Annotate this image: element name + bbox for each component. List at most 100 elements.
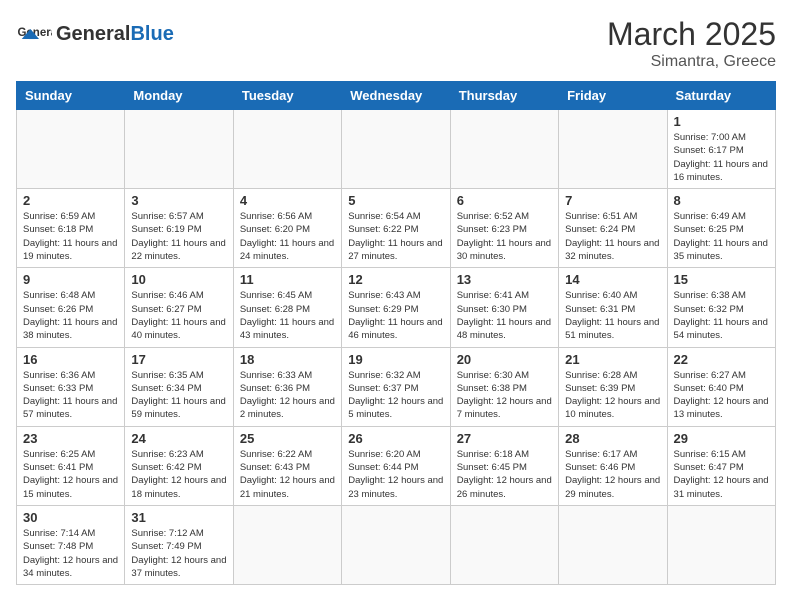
day-info: Sunrise: 6:54 AM Sunset: 6:22 PM Dayligh… xyxy=(348,210,443,263)
day-number: 27 xyxy=(457,431,552,446)
day-number: 14 xyxy=(565,272,660,287)
calendar-day-cell: 1Sunrise: 7:00 AM Sunset: 6:17 PM Daylig… xyxy=(667,110,775,189)
calendar-week-row: 1Sunrise: 7:00 AM Sunset: 6:17 PM Daylig… xyxy=(17,110,776,189)
calendar-day-cell: 11 Sunrise: 6:45 AM Sunset: 6:28 PM Dayli… xyxy=(233,268,341,347)
day-info: Sunrise: 6:41 AM Sunset: 6:30 PM Dayligh… xyxy=(457,289,552,342)
calendar-day-cell xyxy=(233,505,341,584)
weekday-header-sunday: Sunday xyxy=(17,82,125,110)
day-info: Sunrise: 6:51 AM Sunset: 6:24 PM Dayligh… xyxy=(565,210,660,263)
day-number: 31 xyxy=(131,510,226,525)
day-info: Sunrise: 6:35 AM Sunset: 6:34 PM Dayligh… xyxy=(131,369,226,422)
day-info: Sunrise: 6:30 AM Sunset: 6:38 PM Dayligh… xyxy=(457,369,552,422)
day-info: Sunrise: 6:28 AM Sunset: 6:39 PM Dayligh… xyxy=(565,369,660,422)
day-info: Sunrise: 6:56 AM Sunset: 6:20 PM Dayligh… xyxy=(240,210,335,263)
day-info: Sunrise: 6:43 AM Sunset: 6:29 PM Dayligh… xyxy=(348,289,443,342)
calendar-day-cell: 6Sunrise: 6:52 AM Sunset: 6:23 PM Daylig… xyxy=(450,189,558,268)
weekday-header-thursday: Thursday xyxy=(450,82,558,110)
day-number: 29 xyxy=(674,431,769,446)
calendar-day-cell xyxy=(450,110,558,189)
day-info: Sunrise: 6:49 AM Sunset: 6:25 PM Dayligh… xyxy=(674,210,769,263)
day-info: Sunrise: 6:18 AM Sunset: 6:45 PM Dayligh… xyxy=(457,448,552,501)
day-number: 12 xyxy=(348,272,443,287)
weekday-header-wednesday: Wednesday xyxy=(342,82,450,110)
day-number: 25 xyxy=(240,431,335,446)
day-number: 20 xyxy=(457,352,552,367)
day-info: Sunrise: 6:17 AM Sunset: 6:46 PM Dayligh… xyxy=(565,448,660,501)
calendar-day-cell: 28Sunrise: 6:17 AM Sunset: 6:46 PM Dayli… xyxy=(559,426,667,505)
day-info: Sunrise: 6:22 AM Sunset: 6:43 PM Dayligh… xyxy=(240,448,335,501)
day-number: 15 xyxy=(674,272,769,287)
calendar-day-cell: 19Sunrise: 6:32 AM Sunset: 6:37 PM Dayli… xyxy=(342,347,450,426)
title-area: March 2025 Simantra, Greece xyxy=(607,16,776,71)
day-info: Sunrise: 7:00 AM Sunset: 6:17 PM Dayligh… xyxy=(674,131,769,184)
day-number: 18 xyxy=(240,352,335,367)
day-info: Sunrise: 6:46 AM Sunset: 6:27 PM Dayligh… xyxy=(131,289,226,342)
day-number: 22 xyxy=(674,352,769,367)
day-info: Sunrise: 6:57 AM Sunset: 6:19 PM Dayligh… xyxy=(131,210,226,263)
day-number: 5 xyxy=(348,193,443,208)
calendar-day-cell: 3 Sunrise: 6:57 AM Sunset: 6:19 PM Daylig… xyxy=(125,189,233,268)
calendar-day-cell: 29Sunrise: 6:15 AM Sunset: 6:47 PM Dayli… xyxy=(667,426,775,505)
calendar-day-cell xyxy=(233,110,341,189)
calendar-day-cell: 14 Sunrise: 6:40 AM Sunset: 6:31 PM Dayli… xyxy=(559,268,667,347)
calendar-day-cell: 24Sunrise: 6:23 AM Sunset: 6:42 PM Dayli… xyxy=(125,426,233,505)
calendar-day-cell xyxy=(667,505,775,584)
day-info: Sunrise: 6:25 AM Sunset: 6:41 PM Dayligh… xyxy=(23,448,118,501)
calendar-day-cell: 8 Sunrise: 6:49 AM Sunset: 6:25 PM Daylig… xyxy=(667,189,775,268)
day-number: 23 xyxy=(23,431,118,446)
calendar-day-cell: 26 Sunrise: 6:20 AM Sunset: 6:44 PM Dayli… xyxy=(342,426,450,505)
calendar-day-cell: 2Sunrise: 6:59 AM Sunset: 6:18 PM Daylig… xyxy=(17,189,125,268)
weekday-header-monday: Monday xyxy=(125,82,233,110)
calendar-title: March 2025 xyxy=(607,16,776,53)
day-info: Sunrise: 6:20 AM Sunset: 6:44 PM Dayligh… xyxy=(348,448,443,501)
calendar-day-cell: 30 Sunrise: 7:14 AM Sunset: 7:48 PM Dayli… xyxy=(17,505,125,584)
logo-blue: Blue xyxy=(130,23,173,45)
calendar-week-row: 2Sunrise: 6:59 AM Sunset: 6:18 PM Daylig… xyxy=(17,189,776,268)
header: General GeneralBlue March 2025 Simantra,… xyxy=(16,16,776,71)
day-number: 4 xyxy=(240,193,335,208)
logo-general: General xyxy=(56,23,130,45)
day-info: Sunrise: 6:52 AM Sunset: 6:23 PM Dayligh… xyxy=(457,210,552,263)
calendar-day-cell xyxy=(559,110,667,189)
day-info: Sunrise: 6:40 AM Sunset: 6:31 PM Dayligh… xyxy=(565,289,660,342)
weekday-header-friday: Friday xyxy=(559,82,667,110)
calendar-day-cell: 15 Sunrise: 6:38 AM Sunset: 6:32 PM Dayli… xyxy=(667,268,775,347)
weekday-header-row: SundayMondayTuesdayWednesdayThursdayFrid… xyxy=(17,82,776,110)
calendar-day-cell xyxy=(17,110,125,189)
day-number: 3 xyxy=(131,193,226,208)
calendar-day-cell xyxy=(450,505,558,584)
calendar-day-cell: 16Sunrise: 6:36 AM Sunset: 6:33 PM Dayli… xyxy=(17,347,125,426)
day-number: 8 xyxy=(674,193,769,208)
day-number: 2 xyxy=(23,193,118,208)
day-number: 11 xyxy=(240,272,335,287)
logo: General GeneralBlue xyxy=(16,16,174,52)
calendar-day-cell: 22Sunrise: 6:27 AM Sunset: 6:40 PM Dayli… xyxy=(667,347,775,426)
day-info: Sunrise: 7:14 AM Sunset: 7:48 PM Dayligh… xyxy=(23,527,118,580)
calendar-day-cell: 18 Sunrise: 6:33 AM Sunset: 6:36 PM Dayli… xyxy=(233,347,341,426)
calendar-week-row: 30 Sunrise: 7:14 AM Sunset: 7:48 PM Dayli… xyxy=(17,505,776,584)
weekday-header-saturday: Saturday xyxy=(667,82,775,110)
calendar-day-cell: 31Sunrise: 7:12 AM Sunset: 7:49 PM Dayli… xyxy=(125,505,233,584)
calendar-day-cell xyxy=(342,110,450,189)
day-number: 26 xyxy=(348,431,443,446)
calendar-day-cell: 17Sunrise: 6:35 AM Sunset: 6:34 PM Dayli… xyxy=(125,347,233,426)
calendar-day-cell: 7Sunrise: 6:51 AM Sunset: 6:24 PM Daylig… xyxy=(559,189,667,268)
day-info: Sunrise: 6:33 AM Sunset: 6:36 PM Dayligh… xyxy=(240,369,335,422)
weekday-header-tuesday: Tuesday xyxy=(233,82,341,110)
day-info: Sunrise: 6:36 AM Sunset: 6:33 PM Dayligh… xyxy=(23,369,118,422)
calendar-day-cell: 10 Sunrise: 6:46 AM Sunset: 6:27 PM Dayli… xyxy=(125,268,233,347)
day-number: 30 xyxy=(23,510,118,525)
calendar-day-cell: 25 Sunrise: 6:22 AM Sunset: 6:43 PM Dayli… xyxy=(233,426,341,505)
day-info: Sunrise: 6:38 AM Sunset: 6:32 PM Dayligh… xyxy=(674,289,769,342)
day-info: Sunrise: 6:32 AM Sunset: 6:37 PM Dayligh… xyxy=(348,369,443,422)
day-info: Sunrise: 6:23 AM Sunset: 6:42 PM Dayligh… xyxy=(131,448,226,501)
calendar-day-cell: 9Sunrise: 6:48 AM Sunset: 6:26 PM Daylig… xyxy=(17,268,125,347)
calendar-week-row: 23 Sunrise: 6:25 AM Sunset: 6:41 PM Dayli… xyxy=(17,426,776,505)
calendar-week-row: 16Sunrise: 6:36 AM Sunset: 6:33 PM Dayli… xyxy=(17,347,776,426)
day-info: Sunrise: 6:48 AM Sunset: 6:26 PM Dayligh… xyxy=(23,289,118,342)
day-number: 10 xyxy=(131,272,226,287)
day-info: Sunrise: 6:45 AM Sunset: 6:28 PM Dayligh… xyxy=(240,289,335,342)
calendar-week-row: 9Sunrise: 6:48 AM Sunset: 6:26 PM Daylig… xyxy=(17,268,776,347)
calendar-day-cell xyxy=(125,110,233,189)
logo-icon: General xyxy=(16,16,52,52)
